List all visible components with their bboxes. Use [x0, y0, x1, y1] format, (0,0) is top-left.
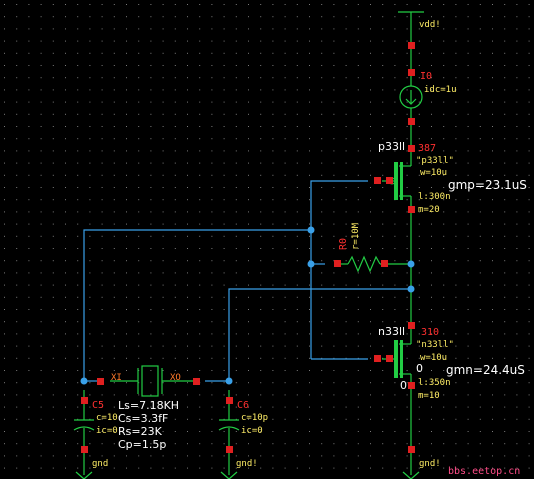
- junction-gate-top: [307, 226, 315, 234]
- mosfet-channels: [388, 162, 403, 378]
- label-gmp: gmp=23.1uS: [448, 178, 527, 192]
- label-nmos-model-top: n33ll: [378, 325, 405, 338]
- pin-nmos-gate: [374, 355, 381, 362]
- label-nmos-inst: 310: [421, 327, 439, 338]
- wire-xi-to-pmos-gate: [83, 180, 368, 381]
- label-c6-c: c=10p: [241, 413, 268, 423]
- label-pmos-model-top: p33ll: [378, 140, 405, 153]
- pin-pmos-source: [408, 145, 415, 152]
- label-gmn: gmn=24.4uS: [446, 363, 525, 377]
- pin-isrc-top: [408, 69, 415, 76]
- pin-nmos-source: [408, 382, 415, 389]
- label-c5-ic: ic=0: [96, 426, 118, 436]
- schematic-canvas: vdd! I0 idc=1u p33ll 387 "p33ll" w=10u l…: [4, 4, 530, 479]
- pin-nmos-gate-b: [386, 355, 393, 362]
- label-crystal-rs: Rs=23K: [118, 425, 163, 438]
- pin-c5-bot: [81, 446, 88, 453]
- junction-drain-xo: [407, 285, 415, 293]
- pin-nmos-gnd: [408, 446, 415, 453]
- nmos-gate-plate: [394, 340, 398, 378]
- label-pmos-m: m=20: [418, 205, 440, 215]
- label-c5-name: C5: [92, 400, 104, 411]
- label-vdd: vdd!: [419, 20, 441, 30]
- pin-xi: [97, 378, 104, 385]
- junction-xi: [80, 377, 88, 385]
- pin-isrc-bot: [408, 118, 415, 125]
- nmos-channel: [400, 340, 403, 378]
- crystal-body: [141, 365, 159, 397]
- pins: [81, 42, 415, 453]
- label-crystal-cs: Cs=3.3fF: [118, 412, 168, 425]
- pin-res-left: [334, 260, 341, 267]
- label-crystal-cp: Cp=1.5p: [118, 438, 166, 451]
- label-crystal-xi: XI: [111, 373, 122, 383]
- label-c6-ic: ic=0: [241, 426, 263, 436]
- label-c6-name: C6: [237, 400, 249, 411]
- pin-xo: [193, 378, 200, 385]
- label-isrc-name: I0: [420, 71, 432, 82]
- label-gnd-c6: gnd!: [236, 459, 258, 469]
- pin-pmos-gate-b: [386, 177, 393, 184]
- pmos-channel: [400, 162, 403, 200]
- pin-res-right: [381, 260, 388, 267]
- label-crystal-ls: Ls=7.18KH: [118, 399, 179, 412]
- label-nmos-m: m=10: [418, 391, 440, 401]
- pin-c6-bot: [226, 446, 233, 453]
- label-gnd-c5: gnd: [92, 459, 108, 469]
- resistor-zigzag: [347, 255, 381, 273]
- pin-pmos-drain: [408, 206, 415, 213]
- junction-gate-mid: [307, 260, 315, 268]
- label-crystal-xo: XO: [170, 373, 181, 383]
- label-resistor-name: R0: [338, 238, 349, 250]
- junction-drain-res: [407, 260, 415, 268]
- pin-pmos-gate: [374, 177, 381, 184]
- label-gnd-nmos: gnd!: [419, 459, 441, 469]
- junction-dots: [80, 226, 415, 385]
- blue-wires: [83, 180, 411, 382]
- label-isrc-idc: idc=1u: [424, 85, 457, 95]
- pin-nmos-drain: [408, 322, 415, 329]
- label-c5-c: c=10: [96, 413, 118, 423]
- pin-c6-top: [226, 397, 233, 404]
- watermark: bbs.eetop.cn: [448, 466, 520, 477]
- label-nmos-w: w=10u: [420, 353, 447, 363]
- pin-c5-top: [81, 397, 88, 404]
- label-nmos-model: "n33ll": [416, 340, 454, 350]
- label-nmos-l: l:350n: [418, 378, 451, 388]
- label-pmos-l: l:300n: [418, 192, 451, 202]
- label-nmos-zero-b: 0: [400, 379, 407, 392]
- label-pmos-inst: 387: [418, 143, 436, 154]
- label-pmos-model: "p33ll": [416, 156, 454, 166]
- junction-xo: [225, 377, 233, 385]
- label-nmos-zero-a: 0: [416, 362, 423, 375]
- label-resistor-value: r=10M: [351, 222, 361, 250]
- label-pmos-w: w=10u: [420, 168, 447, 178]
- pin-vdd: [408, 42, 415, 49]
